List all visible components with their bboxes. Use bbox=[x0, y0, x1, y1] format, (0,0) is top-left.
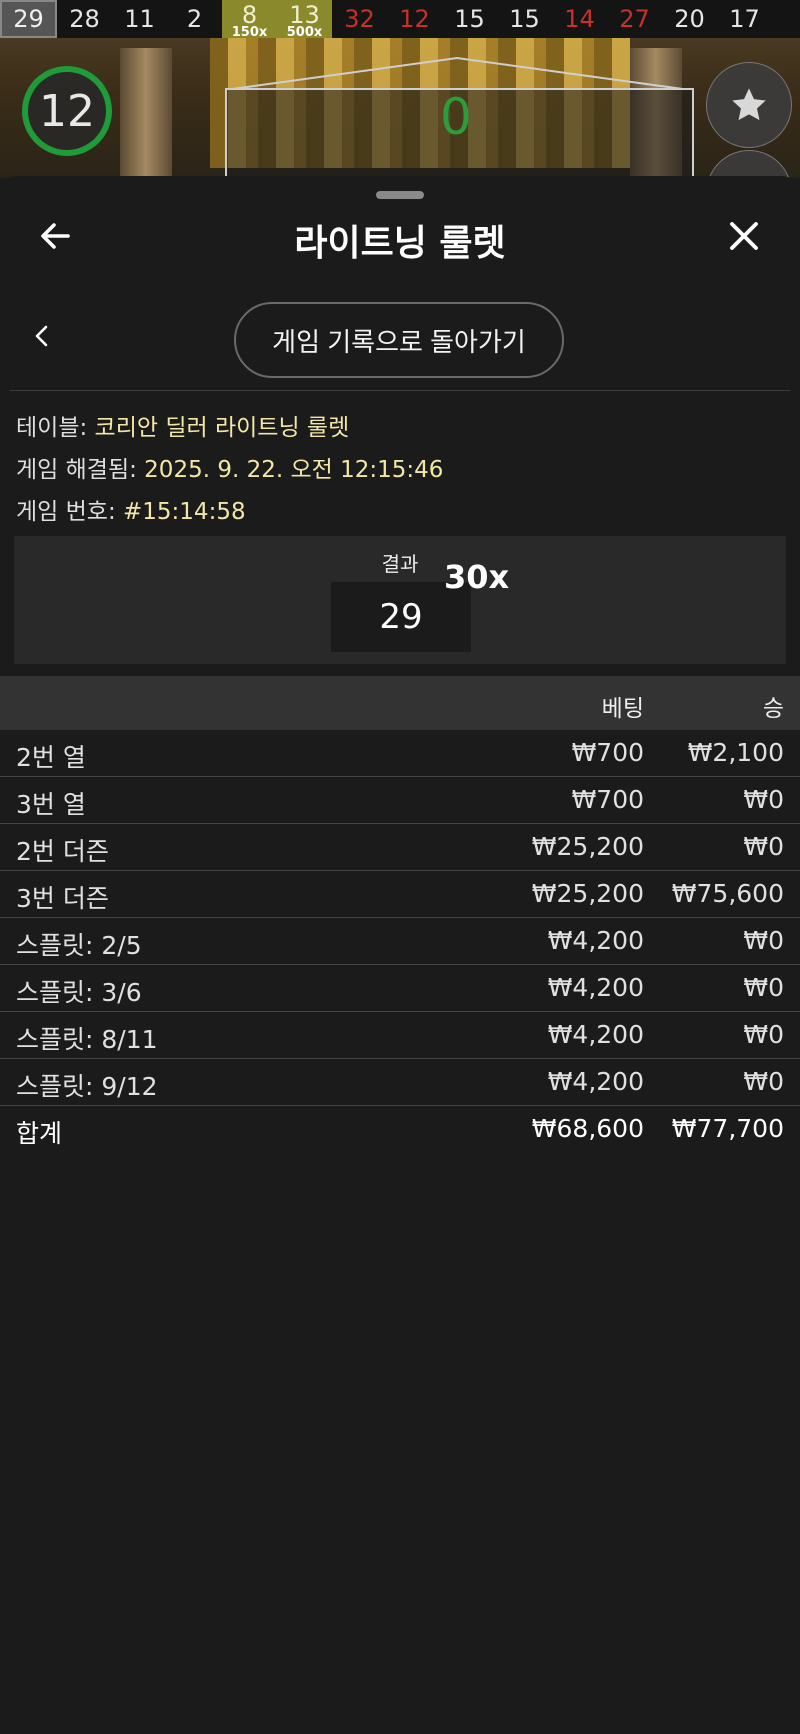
recent-result-value: 27 bbox=[619, 5, 650, 33]
game-number-label: 게임 번호: bbox=[16, 499, 124, 525]
recent-result-10: 14 bbox=[552, 0, 607, 38]
bet-name: 스플릿: 2/5 bbox=[16, 931, 142, 960]
star-icon bbox=[732, 88, 766, 121]
bet-row: 3번 더즌 ₩25,200 ₩75,600 bbox=[0, 871, 800, 918]
recent-result-value: 15 bbox=[454, 5, 485, 33]
bet-row: 스플릿: 9/12 ₩4,200 ₩0 bbox=[0, 1059, 800, 1106]
favorite-star-button[interactable] bbox=[706, 62, 792, 148]
recent-result-2: 11 bbox=[112, 0, 167, 38]
recent-result-3: 2 bbox=[167, 0, 222, 38]
recent-result-7: 12 bbox=[387, 0, 442, 38]
result-multiplier: 30x bbox=[444, 558, 510, 596]
sheet-title: 라이트닝 룰렛 bbox=[294, 223, 506, 264]
countdown-timer: 12 bbox=[22, 66, 112, 156]
recent-result-8: 15 bbox=[442, 0, 497, 38]
result-label: 결과 bbox=[381, 552, 419, 576]
recent-result-value: 17 bbox=[729, 5, 760, 33]
recent-result-value: 12 bbox=[399, 5, 430, 33]
table-roof bbox=[225, 56, 690, 90]
win-amount: ₩2,100 bbox=[687, 738, 784, 767]
win-column-header: 승 bbox=[762, 696, 784, 722]
recent-result-value: 28 bbox=[69, 5, 100, 33]
table-info: 테이블: 코리안 딜러 라이트닝 룰렛 bbox=[16, 408, 349, 442]
recent-result-9: 15 bbox=[497, 0, 552, 38]
win-amount: ₩75,600 bbox=[671, 879, 784, 908]
recent-result-value: 11 bbox=[124, 5, 155, 33]
game-number-value: #15:14:58 bbox=[123, 499, 246, 525]
total-row: 합계 ₩68,600 ₩77,700 bbox=[0, 1106, 800, 1152]
recent-results-strip: 29 28 11 2 8 150x 13 500x 32 12 15 15 14 27 20 17 bbox=[0, 0, 800, 40]
bet-amount: ₩25,200 bbox=[531, 832, 644, 861]
table-info-value: 코리안 딜러 라이트닝 룰렛 bbox=[94, 415, 350, 441]
bet-row: 스플릿: 3/6 ₩4,200 ₩0 bbox=[0, 965, 800, 1012]
recent-result-value: 14 bbox=[564, 5, 595, 33]
divider bbox=[10, 390, 790, 391]
bet-name: 스플릿: 3/6 bbox=[16, 978, 142, 1007]
resolved-info: 게임 해결됨: 2025. 9. 22. 오전 12:15:46 bbox=[16, 450, 443, 484]
back-to-history-button[interactable]: 게임 기록으로 돌아가기 bbox=[234, 302, 564, 378]
bet-name: 2번 열 bbox=[16, 743, 86, 772]
bet-name: 스플릿: 9/12 bbox=[16, 1072, 158, 1101]
win-amount: ₩0 bbox=[743, 1067, 784, 1096]
recent-result-6: 32 bbox=[332, 0, 387, 38]
bet-amount: ₩68,600 bbox=[531, 1114, 644, 1143]
recent-result-11: 27 bbox=[607, 0, 662, 38]
bet-amount: ₩4,200 bbox=[547, 1020, 644, 1049]
bet-amount: ₩4,200 bbox=[547, 926, 644, 955]
win-amount: ₩0 bbox=[743, 1020, 784, 1049]
game-scene: 0 bbox=[0, 38, 800, 178]
chevron-left-icon[interactable] bbox=[30, 324, 54, 348]
bet-amount: ₩700 bbox=[571, 738, 644, 767]
result-panel: 결과 29 30x bbox=[14, 536, 786, 664]
bet-name: 2번 더즌 bbox=[16, 837, 109, 866]
wheel-number: 0 bbox=[440, 88, 472, 146]
bet-row: 2번 더즌 ₩25,200 ₩0 bbox=[0, 824, 800, 871]
bet-name: 3번 더즌 bbox=[16, 884, 109, 913]
recent-result-value: 32 bbox=[344, 5, 375, 33]
recent-result-value: 2 bbox=[186, 5, 203, 33]
recent-result-value: 15 bbox=[509, 5, 540, 33]
recent-result-value: 20 bbox=[674, 5, 705, 33]
bet-name: 합계 bbox=[16, 1119, 63, 1148]
bet-row: 스플릿: 8/11 ₩4,200 ₩0 bbox=[0, 1012, 800, 1059]
win-amount: ₩77,700 bbox=[671, 1114, 784, 1143]
win-amount: ₩0 bbox=[743, 973, 784, 1002]
resolved-info-label: 게임 해결됨: bbox=[16, 457, 145, 483]
resolved-info-value: 2025. 9. 22. 오전 12:15:46 bbox=[144, 457, 444, 483]
game-history-sheet: 라이트닝 룰렛 게임 기록으로 돌아가기 테이블: 코리안 딜러 라이트닝 룰렛… bbox=[0, 176, 800, 1734]
recent-result-0: 29 bbox=[0, 0, 57, 38]
recent-result-4: 8 150x bbox=[222, 0, 277, 40]
recent-result-12: 20 bbox=[662, 0, 717, 38]
bet-name: 스플릿: 8/11 bbox=[16, 1025, 158, 1054]
bet-row: 스플릿: 2/5 ₩4,200 ₩0 bbox=[0, 918, 800, 965]
bet-column-header: 베팅 bbox=[601, 696, 644, 722]
sheet-grabber[interactable] bbox=[376, 191, 424, 199]
game-number-info: 게임 번호: #15:14:58 bbox=[16, 492, 246, 526]
bet-amount: ₩25,200 bbox=[531, 879, 644, 908]
bet-name: 3번 열 bbox=[16, 790, 86, 819]
close-icon[interactable] bbox=[724, 216, 764, 256]
recent-result-5: 13 500x bbox=[277, 0, 332, 40]
scene-pillar bbox=[120, 48, 172, 178]
bet-row: 2번 열 ₩700 ₩2,100 bbox=[0, 730, 800, 777]
win-amount: ₩0 bbox=[743, 785, 784, 814]
bets-table-header: 베팅 승 bbox=[0, 676, 800, 730]
win-amount: ₩0 bbox=[743, 832, 784, 861]
recent-result-value: 29 bbox=[13, 5, 44, 33]
recent-result-1: 28 bbox=[57, 0, 112, 38]
bet-amount: ₩4,200 bbox=[547, 1067, 644, 1096]
win-amount: ₩0 bbox=[743, 926, 784, 955]
bet-amount: ₩700 bbox=[571, 785, 644, 814]
table-info-label: 테이블: bbox=[16, 415, 95, 441]
bet-amount: ₩4,200 bbox=[547, 973, 644, 1002]
bet-row: 3번 열 ₩700 ₩0 bbox=[0, 777, 800, 824]
recent-result-13: 17 bbox=[717, 0, 772, 38]
